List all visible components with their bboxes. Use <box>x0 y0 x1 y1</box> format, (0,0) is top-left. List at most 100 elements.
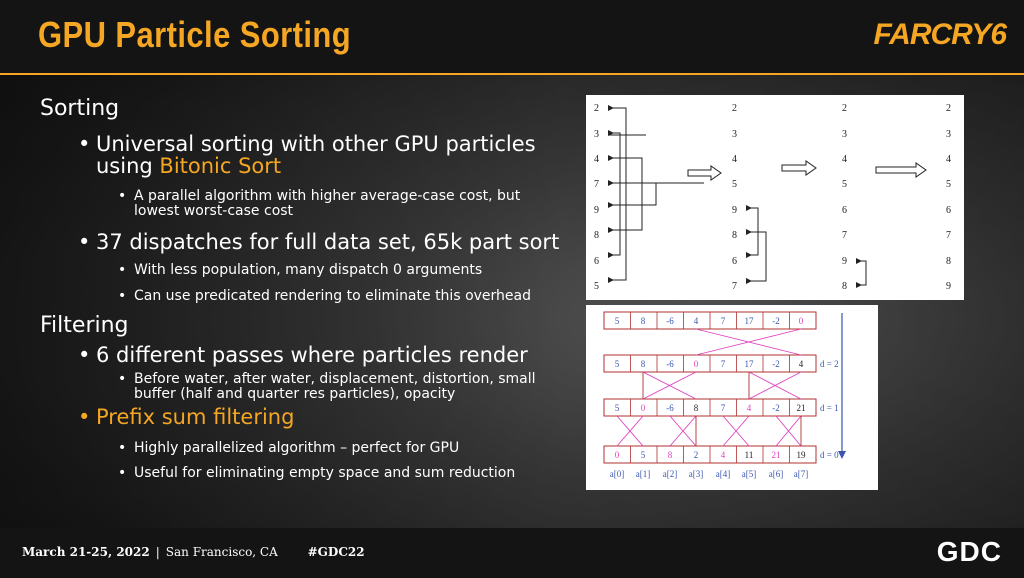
svg-text:7: 7 <box>721 359 726 369</box>
svg-text:3: 3 <box>732 129 737 140</box>
svg-text:8: 8 <box>668 450 673 460</box>
svg-text:9: 9 <box>842 256 847 267</box>
svg-text:21: 21 <box>797 403 806 413</box>
farcry6-logo: FARCRY6 <box>873 18 1007 51</box>
footer-hashtag: #GDC22 <box>307 545 365 559</box>
svg-text:2: 2 <box>842 103 847 114</box>
slide-footer: March 21-25, 2022 | San Francisco, CA #GDC… <box>0 528 1024 578</box>
svg-text:-2: -2 <box>772 316 780 326</box>
svg-text:d = 0: d = 0 <box>820 450 839 460</box>
prefix-cell-rows <box>603 311 817 464</box>
svg-text:9: 9 <box>946 281 951 292</box>
svg-text:4: 4 <box>594 154 599 165</box>
svg-text:4: 4 <box>732 154 737 165</box>
svg-text:7: 7 <box>946 230 951 241</box>
sub-bullet-parallel-algorithm: • A parallel algorithm with higher avera… <box>118 188 521 219</box>
prefix-sum-svg: 5 8 -6 4 7 17 -2 0 5 8 -6 0 7 17 -2 4 5 0 -6 8 7 4 -2 21 0 5 8 2… <box>603 311 846 479</box>
svg-text:a[0]: a[0] <box>610 469 625 479</box>
svg-text:7: 7 <box>842 230 847 241</box>
svg-text:2: 2 <box>946 103 951 114</box>
svg-text:a[3]: a[3] <box>689 469 704 479</box>
bitonic-sort-highlight: Bitonic Sort <box>159 154 282 178</box>
svg-text:4: 4 <box>721 450 726 460</box>
svg-text:4: 4 <box>799 359 804 369</box>
bitonic-sort-diagram: 2 3 4 7 9 8 6 5 2 3 4 5 9 8 6 7 2 3 4 5 … <box>586 95 964 300</box>
svg-text:5: 5 <box>732 179 737 190</box>
svg-text:0: 0 <box>799 316 804 326</box>
bullet-universal-sorting: • Universal sorting with other GPU parti… <box>78 132 536 178</box>
svg-text:5: 5 <box>615 403 620 413</box>
svg-text:6: 6 <box>732 256 737 267</box>
svg-text:a[6]: a[6] <box>769 469 784 479</box>
header-divider <box>0 73 1024 75</box>
svg-text:2: 2 <box>732 103 737 114</box>
slide-title: GPU Particle Sorting <box>38 14 352 55</box>
svg-text:3: 3 <box>946 129 951 140</box>
svg-text:a[5]: a[5] <box>742 469 757 479</box>
svg-text:4: 4 <box>747 403 752 413</box>
svg-text:4: 4 <box>946 154 951 165</box>
svg-text:-6: -6 <box>666 316 674 326</box>
svg-text:a[2]: a[2] <box>663 469 678 479</box>
bitonic-sort-svg: 2 3 4 7 9 8 6 5 2 3 4 5 9 8 6 7 2 3 4 5 … <box>594 103 951 292</box>
bitonic-col-2: 2 3 4 5 9 8 6 7 <box>732 103 737 292</box>
svg-text:d = 2: d = 2 <box>820 359 839 369</box>
bullet-37-dispatches: • 37 dispatches for full data set, 65k p… <box>78 230 560 254</box>
sub-bullet-pass-list: • Before water, after water, displacemen… <box>118 371 536 402</box>
svg-text:a[1]: a[1] <box>636 469 651 479</box>
svg-text:3: 3 <box>594 129 599 140</box>
svg-text:4: 4 <box>842 154 847 165</box>
svg-text:-6: -6 <box>666 403 674 413</box>
svg-text:21: 21 <box>772 450 781 460</box>
sub-bullet-empty-space: • Useful for eliminating empty space and… <box>118 465 516 481</box>
svg-text:a[7]: a[7] <box>794 469 809 479</box>
svg-text:0: 0 <box>615 450 620 460</box>
svg-text:5: 5 <box>615 359 620 369</box>
svg-text:8: 8 <box>594 230 599 241</box>
svg-text:d = 1: d = 1 <box>820 403 839 413</box>
svg-text:8: 8 <box>641 359 646 369</box>
svg-text:2: 2 <box>594 103 599 114</box>
svg-text:7: 7 <box>732 281 737 292</box>
svg-text:0: 0 <box>694 359 699 369</box>
gdc-logo: GDC <box>936 536 1002 567</box>
svg-text:-6: -6 <box>666 359 674 369</box>
prefix-sum-diagram: 5 8 -6 4 7 17 -2 0 5 8 -6 0 7 17 -2 4 5 0 -6 8 7 4 -2 21 0 5 8 2… <box>586 305 878 490</box>
svg-text:a[4]: a[4] <box>716 469 731 479</box>
bitonic-col-3: 2 3 4 5 6 7 9 8 <box>842 103 847 292</box>
footer-location: San Francisco, CA <box>165 545 278 559</box>
svg-text:19: 19 <box>797 450 807 460</box>
svg-text:8: 8 <box>694 403 699 413</box>
svg-text:7: 7 <box>721 403 726 413</box>
svg-text:5: 5 <box>946 179 951 190</box>
prefix-connections <box>616 313 846 459</box>
section-heading-filtering: Filtering <box>40 313 129 338</box>
prefix-values: 5 8 -6 4 7 17 -2 0 5 8 -6 0 7 17 -2 4 5 0 -6 8 7 4 -2 21 0 5 8 2… <box>610 316 839 479</box>
sub-bullet-predicated-rendering: • Can use predicated rendering to elimin… <box>118 288 531 304</box>
svg-text:8: 8 <box>842 281 847 292</box>
svg-text:6: 6 <box>594 256 599 267</box>
sub-bullet-parallelized: • Highly parallelized algorithm – perfec… <box>118 440 460 456</box>
svg-text:5: 5 <box>641 450 646 460</box>
svg-text:5: 5 <box>842 179 847 190</box>
prefix-level-labels: d = 2 d = 1 d = 0 <box>820 359 839 460</box>
svg-text:8: 8 <box>641 316 646 326</box>
svg-text:5: 5 <box>594 281 599 292</box>
section-heading-sorting: Sorting <box>40 96 120 121</box>
svg-text:17: 17 <box>745 359 755 369</box>
svg-text:11: 11 <box>745 450 754 460</box>
svg-text:6: 6 <box>842 205 847 216</box>
bitonic-col-1: 2 3 4 7 9 8 6 5 <box>594 103 599 292</box>
bitonic-stage-arrows <box>687 160 927 181</box>
svg-text:17: 17 <box>745 316 755 326</box>
footer-event-info: March 21-25, 2022 | San Francisco, CA #GDC… <box>22 545 365 559</box>
svg-text:6: 6 <box>946 205 951 216</box>
svg-text:7: 7 <box>594 179 599 190</box>
footer-dates: March 21-25, 2022 <box>22 545 150 559</box>
svg-text:-2: -2 <box>772 359 780 369</box>
slide-header: GPU Particle Sorting FARCRY6 <box>0 0 1024 73</box>
svg-text:9: 9 <box>594 205 599 216</box>
bitonic-compare-lines <box>608 107 867 286</box>
bullet-6-passes: • 6 different passes where particles ren… <box>78 343 528 367</box>
svg-text:8: 8 <box>732 230 737 241</box>
